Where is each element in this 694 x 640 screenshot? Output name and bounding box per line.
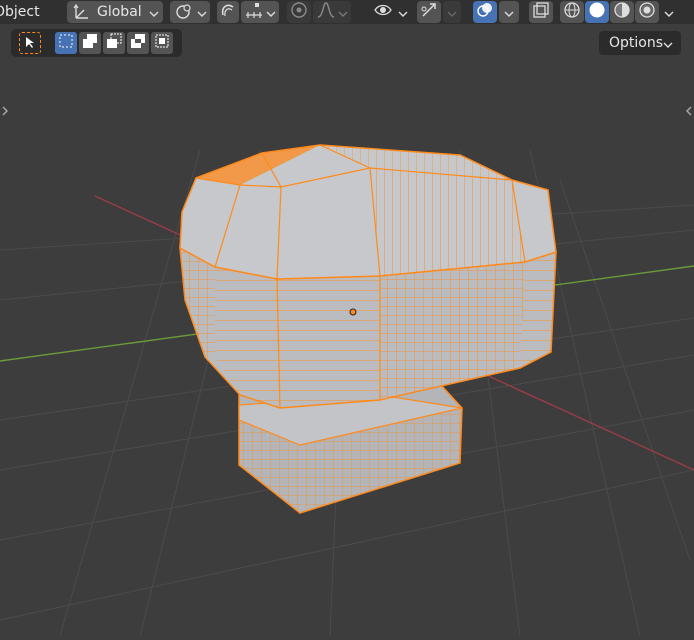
- gizmo-icon: [420, 1, 438, 23]
- orientation-label: Global: [97, 4, 142, 20]
- chevron-down-icon: [197, 3, 207, 22]
- selected-mesh-object[interactable]: [179, 144, 557, 514]
- left-region-toggle-icon[interactable]: [0, 104, 10, 118]
- solid-shading-icon: [588, 1, 606, 23]
- select-intersect-button[interactable]: [151, 32, 173, 54]
- visibility-icon: [373, 1, 393, 23]
- transform-orientation-icon: [73, 3, 91, 25]
- chevron-down-icon: [504, 3, 514, 22]
- select-difference-button[interactable]: [127, 32, 149, 54]
- falloff-dropdown[interactable]: [313, 1, 351, 23]
- select-tool-button[interactable]: [19, 32, 41, 54]
- options-label: Options: [609, 35, 664, 51]
- pivot-icon: [174, 3, 194, 25]
- rendered-shading-button[interactable]: [635, 1, 659, 23]
- orientation-dropdown[interactable]: Global: [67, 1, 163, 23]
- shading-dropdown[interactable]: [660, 1, 678, 23]
- gizmo-dropdown[interactable]: [443, 1, 461, 23]
- select-intersect-icon: [154, 33, 170, 53]
- gizmo-toggle[interactable]: [417, 1, 441, 23]
- chevron-down-icon: [663, 34, 673, 53]
- xray-icon: [532, 1, 550, 23]
- viewport-canvas[interactable]: [0, 24, 694, 637]
- snap-toggle[interactable]: [217, 1, 239, 23]
- visibility-dropdown[interactable]: [371, 1, 411, 23]
- select-subtract-icon: [106, 33, 122, 53]
- select-extend-button[interactable]: [79, 32, 101, 54]
- chevron-down-icon: [447, 3, 457, 22]
- pivot-point-dropdown[interactable]: [170, 1, 210, 23]
- overlay-icon: [476, 1, 494, 23]
- select-cursor-icon: [23, 34, 37, 53]
- proportional-edit-icon: [290, 1, 308, 23]
- object-origin-dot: [349, 308, 357, 316]
- snap-target-icon: [244, 1, 264, 23]
- solid-shading-button[interactable]: [585, 1, 609, 23]
- selection-mode-toolbar: [11, 29, 182, 57]
- chevron-down-icon: [338, 3, 348, 22]
- select-subtract-button[interactable]: [103, 32, 125, 54]
- chevron-down-icon: [149, 3, 159, 22]
- mode-menu[interactable]: Object: [0, 1, 60, 23]
- xray-toggle[interactable]: [529, 1, 553, 23]
- snap-icon: [219, 1, 237, 23]
- chevron-down-icon: [664, 3, 674, 22]
- proportional-edit-toggle[interactable]: [287, 1, 311, 23]
- wireframe-shading-icon: [563, 1, 581, 23]
- overlay-toggle[interactable]: [473, 1, 497, 23]
- viewport-header: Object Global: [0, 0, 694, 24]
- overlay-dropdown[interactable]: [499, 1, 519, 23]
- chevron-down-icon: [398, 3, 408, 22]
- material-shading-icon: [613, 1, 631, 23]
- select-new-button[interactable]: [55, 32, 77, 54]
- snap-target-dropdown[interactable]: [241, 1, 279, 23]
- select-extend-icon: [82, 33, 98, 53]
- select-new-icon: [58, 33, 74, 53]
- options-dropdown[interactable]: Options: [599, 31, 681, 55]
- material-shading-button[interactable]: [610, 1, 634, 23]
- chevron-down-icon: [266, 3, 276, 22]
- wireframe-shading-button[interactable]: [560, 1, 584, 23]
- mode-label: Object: [0, 4, 40, 20]
- rendered-shading-icon: [638, 1, 656, 23]
- falloff-icon: [316, 1, 336, 23]
- select-difference-icon: [130, 33, 146, 53]
- right-region-toggle-icon[interactable]: [684, 104, 694, 118]
- 3d-viewport[interactable]: [0, 24, 694, 637]
